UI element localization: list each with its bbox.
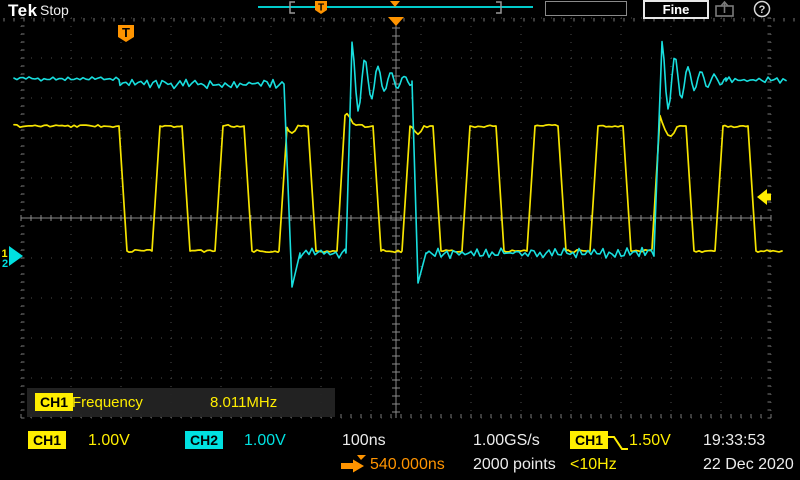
ch2-scale: 1.00V — [244, 432, 286, 450]
svg-text:T: T — [318, 3, 324, 14]
measurement-name: Frequency — [72, 394, 143, 411]
ch2-badge[interactable]: CH2 — [185, 431, 223, 449]
fine-button[interactable]: Fine — [643, 0, 709, 19]
measurement-value: 8.011MHz — [210, 394, 277, 411]
horizontal-readout-box — [545, 1, 627, 16]
trigger-level-marker[interactable] — [757, 189, 771, 205]
acquisition-status: Stop — [40, 2, 69, 18]
record-length-readout: 2000 points — [473, 456, 556, 474]
delay-readout: 540.000ns — [370, 456, 445, 474]
svg-text:?: ? — [759, 4, 766, 16]
svg-text:T: T — [122, 25, 130, 40]
ch2-ground-marker[interactable] — [9, 246, 23, 266]
help-icon[interactable]: ? — [752, 0, 772, 18]
sample-rate-readout: 1.00GS/s — [473, 432, 540, 450]
measurement-bar: CH1 Frequency 8.011MHz — [27, 388, 335, 417]
export-icon[interactable] — [712, 1, 738, 17]
ch1-badge[interactable]: CH1 — [28, 431, 66, 449]
clock-time: 19:33:53 — [703, 432, 765, 450]
tek-logo: Tek — [8, 1, 38, 21]
timebase-readout: 100ns — [342, 432, 386, 450]
ch1-scale: 1.00V — [88, 432, 130, 450]
ch1-trace — [14, 114, 782, 253]
svg-text:2: 2 — [2, 258, 8, 270]
date-readout: 22 Dec 2020 — [703, 456, 794, 474]
trigger-level-readout: 1.50V — [629, 432, 671, 450]
oscilloscope-screen: TT12 Tek Stop Fine ? CH1 Frequency 8.011… — [0, 0, 800, 480]
trigger-source-badge[interactable]: CH1 — [570, 431, 608, 449]
falling-edge-icon — [607, 433, 629, 453]
trigger-frequency-readout: <10Hz — [570, 456, 617, 474]
measurement-source-badge: CH1 — [35, 393, 73, 411]
delay-arrow-icon — [341, 455, 367, 473]
